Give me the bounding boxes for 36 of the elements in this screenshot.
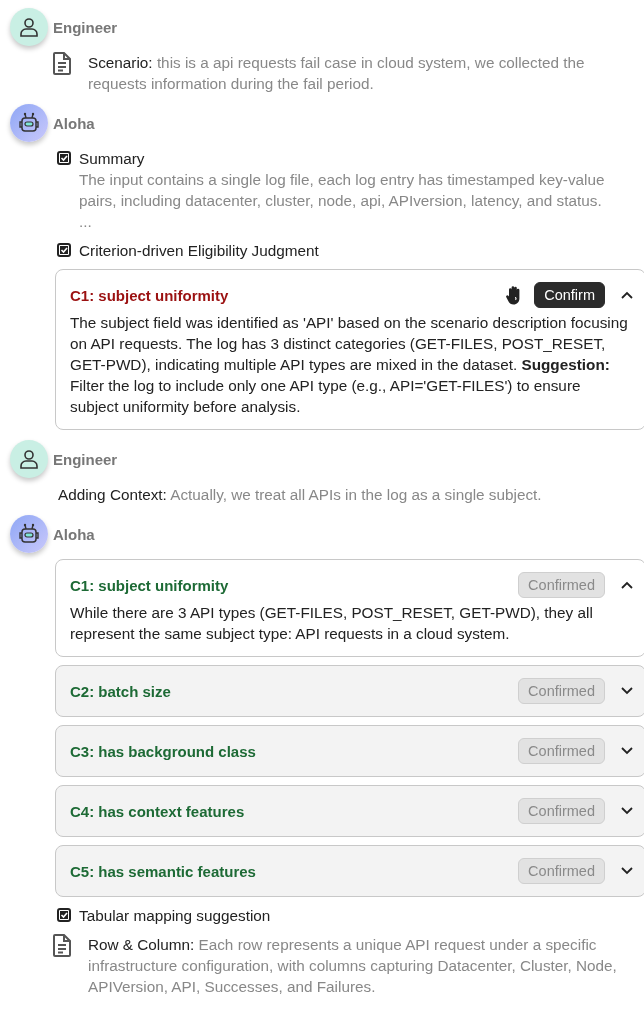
context-text: Adding Context: Actually, we treat all APIs in the log as a single subject. (58, 485, 543, 505)
avatar (10, 440, 48, 478)
criterion-title: C1: subject uniformity (70, 285, 230, 306)
chevron-icon[interactable] (621, 291, 633, 299)
document-icon (52, 934, 72, 957)
criterion-title: C3: has background class (70, 741, 257, 762)
author-name: Engineer (53, 17, 118, 38)
avatar (10, 104, 48, 142)
avatar (10, 8, 48, 46)
chevron-icon[interactable] (621, 581, 633, 589)
criterion-title: C2: batch size (70, 681, 172, 702)
ellipsis: ... (79, 212, 93, 232)
note-text: Scenario: this is a api requests fail case in cloud system, we collected the requests information during the fail period. (88, 53, 586, 94)
criterion-text: While there are 3 API types (GET-FILES, POST_RESET, GET-PWD), they all represent the same subject type: API requests in a cloud system. (70, 603, 594, 644)
note-text: Row & Column: Each row represents a unique API request under a specific infrastructure configuration, with columns capturing Datacenter, Cluster, Node, APIVersion, API, Successes, and Failures. (88, 935, 618, 997)
criterion-title: C4: has context features (70, 801, 246, 822)
author-name: Engineer (53, 449, 118, 470)
summary-text: The input contains a single log file, each log entry has timestamped key-value pairs, including datacenter, cluster, node, api, APIversion, latency, and status. (79, 170, 606, 211)
chevron-icon[interactable] (621, 687, 633, 695)
avatar (10, 515, 48, 553)
document-icon (52, 52, 72, 75)
chevron-icon[interactable] (621, 807, 633, 815)
criterion-title: C1: subject uniformity (70, 575, 230, 596)
criterion-title: C5: has semantic features (70, 861, 257, 882)
checkbox[interactable] (57, 908, 71, 922)
section-title: Criterion-driven Eligibility Judgment (79, 241, 319, 261)
author-name: Aloha (53, 113, 95, 134)
section-title: Summary (79, 149, 146, 169)
author-name: Aloha (53, 524, 95, 545)
section-title: Tabular mapping suggestion (79, 906, 271, 926)
criterion-text: The subject field was identified as 'API' based on the scenario description focusing on API requests. The log has 3 distinct categories (GET-FILES, POST_RESET, GET-PWD), indicating multiple API types are mixed in the dataset. Suggestion: Filter the log to include only one API type (e.g., API='GET-FILES') to ensure subject uniformity before analysis. (70, 313, 629, 417)
checkbox[interactable] (57, 243, 71, 257)
chevron-icon[interactable] (621, 747, 633, 755)
checkbox[interactable] (57, 151, 71, 165)
confirm-button[interactable]: Confirm (534, 282, 605, 308)
chevron-icon[interactable] (621, 867, 633, 875)
